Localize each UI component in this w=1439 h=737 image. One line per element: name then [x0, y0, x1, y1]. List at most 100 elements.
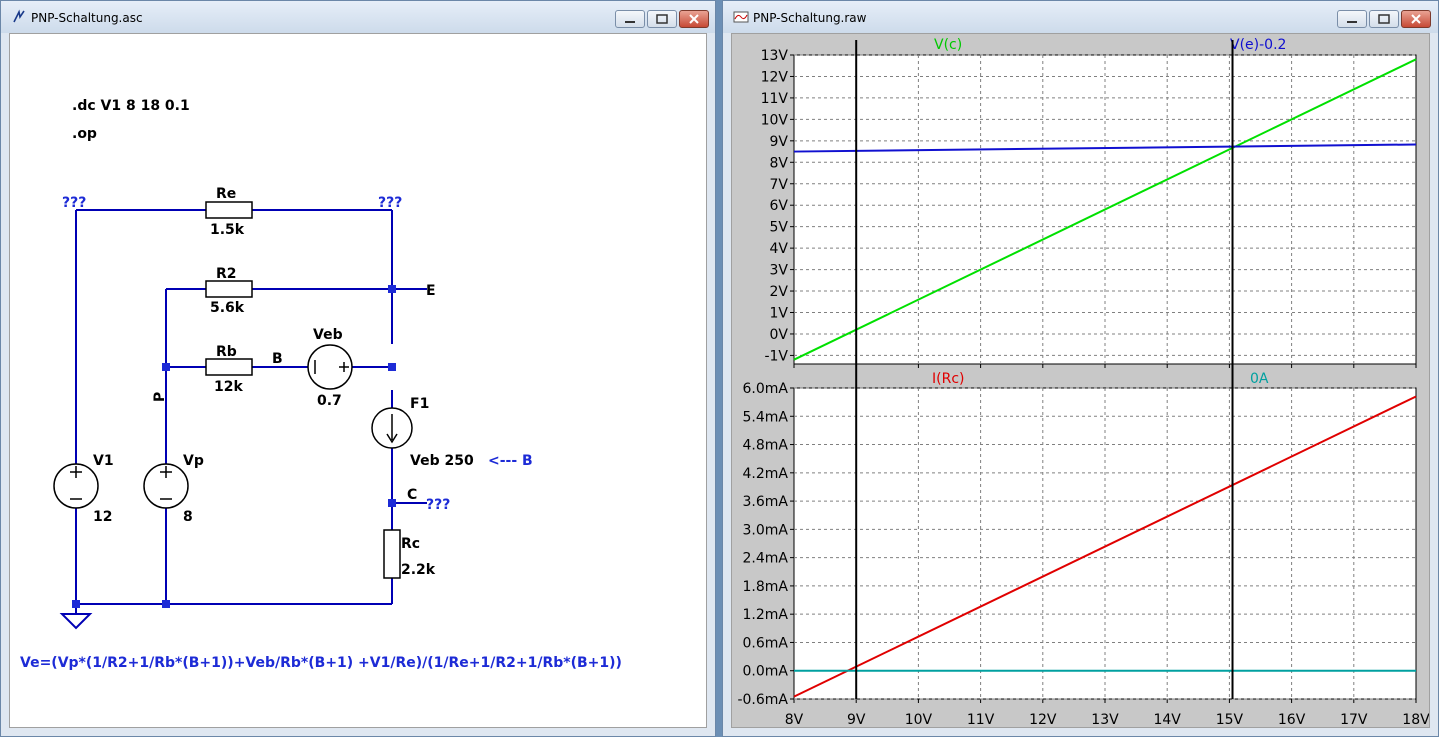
close-icon: [1411, 14, 1421, 24]
top-y-tick-label: 2V: [770, 284, 789, 300]
f1-name: F1: [410, 396, 429, 412]
x-axis: 8V 9V 10V 11V 12V 13V 14V 15V 16V 17V 18V: [785, 712, 1430, 728]
x-tick-label: 10V: [905, 712, 933, 728]
node-label-e: E: [426, 283, 436, 299]
bottom-pane-y-axis: 6.0mA 5.4mA 4.8mA 4.2mA 3.6mA 3.0mA 2.4mA 1.8mA…: [737, 381, 788, 708]
schematic-titlebar[interactable]: PNP-Schaltung.asc: [1, 1, 715, 33]
resistor-r2[interactable]: [205, 280, 253, 298]
r2-name: R2: [216, 266, 237, 282]
re-value[interactable]: 1.5k: [210, 222, 245, 238]
x-tick-label: 18V: [1402, 712, 1430, 728]
x-tick-label: 8V: [785, 712, 804, 728]
schematic-svg[interactable]: .dc V1 8 18 0.1 .op ??? ??? ??? Re 1.5k …: [10, 34, 707, 728]
plot-area[interactable]: 13V 12V 11V 10V 9V 8V 7V 6V 5V 4V 3V 2V 1V 0V -1V V(c)…: [731, 33, 1430, 728]
minimize-button-2[interactable]: [1337, 10, 1367, 28]
bottom-y-tick-label: 2.4mA: [743, 551, 789, 567]
current-source-f1[interactable]: [371, 407, 413, 449]
top-y-tick-label: 5V: [770, 220, 789, 236]
x-tick-label: 14V: [1153, 712, 1181, 728]
top-y-tick-label: 4V: [770, 241, 789, 257]
rb-value[interactable]: 12k: [214, 379, 243, 395]
bottom-y-tick-label: 3.0mA: [743, 522, 789, 538]
x-tick-label: 13V: [1091, 712, 1119, 728]
vp-name: Vp: [183, 453, 204, 469]
veb-name: Veb: [313, 327, 343, 343]
re-name: Re: [216, 186, 236, 202]
ground-icon: [59, 613, 93, 630]
waveform-titlebar[interactable]: PNP-Schaltung.raw: [723, 1, 1438, 33]
close-button[interactable]: [679, 10, 709, 28]
dc-directive[interactable]: .dc V1 8 18 0.1: [72, 98, 190, 114]
x-tick-label: 12V: [1029, 712, 1057, 728]
node-label-b: B: [272, 351, 283, 367]
resistor-rc[interactable]: [383, 529, 401, 579]
bottom-y-tick-label: 0.0mA: [743, 664, 789, 680]
waveform-window: PNP-Schaltung.raw 13V 12V 11V 10V 9V 8V 7V 6V 5V…: [722, 0, 1439, 737]
bottom-y-tick-label: 4.8mA: [743, 438, 789, 454]
top-y-tick-label: 1V: [770, 306, 789, 322]
close-button-2[interactable]: [1401, 10, 1431, 28]
top-y-tick-label: 0V: [770, 327, 789, 343]
arrow-comment[interactable]: <--- B: [488, 453, 533, 469]
top-y-tick-label: 9V: [770, 134, 789, 150]
v1-name: V1: [93, 453, 114, 469]
legend-vc[interactable]: V(c): [934, 37, 962, 53]
r2-value[interactable]: 5.6k: [210, 300, 245, 316]
bottom-y-tick-label: 5.4mA: [743, 409, 789, 425]
restore-icon: [1378, 14, 1390, 24]
schematic-title: PNP-Schaltung.asc: [31, 11, 143, 25]
top-y-tick-label: 6V: [770, 198, 789, 214]
top-y-tick-label: 10V: [761, 112, 789, 128]
close-icon: [689, 14, 699, 24]
vp-value[interactable]: 8: [183, 509, 193, 525]
node-label-unknown-1[interactable]: ???: [62, 195, 86, 211]
formula-comment[interactable]: Ve=(Vp*(1/R2+1/Rb*(B+1))+Veb/Rb*(B+1) +V…: [20, 655, 622, 671]
legend-ve[interactable]: V(e)-0.2: [1230, 37, 1286, 53]
waveform-viewer-icon: [733, 11, 749, 23]
bottom-y-tick-label: 1.2mA: [743, 607, 789, 623]
x-tick-label: 9V: [847, 712, 866, 728]
v1-value[interactable]: 12: [93, 509, 112, 525]
bottom-y-tick-label: 3.6mA: [743, 494, 789, 510]
node-label-unknown-2[interactable]: ???: [378, 195, 402, 211]
plot-svg[interactable]: 13V 12V 11V 10V 9V 8V 7V 6V 5V 4V 3V 2V 1V 0V -1V V(c)…: [732, 34, 1430, 728]
veb-value[interactable]: 0.7: [317, 393, 342, 409]
top-pane-y-axis: 13V 12V 11V 10V 9V 8V 7V 6V 5V 4V 3V 2V 1V 0V -1V: [761, 48, 789, 364]
minimize-icon: [1347, 21, 1357, 23]
waveform-title: PNP-Schaltung.raw: [753, 11, 867, 25]
top-y-tick-label: 8V: [770, 155, 789, 171]
top-y-tick-label: 11V: [761, 91, 789, 107]
x-tick-label: 11V: [967, 712, 995, 728]
x-tick-label: 16V: [1278, 712, 1306, 728]
voltage-source-vp[interactable]: [143, 463, 189, 509]
top-y-tick-label: -1V: [764, 348, 788, 364]
f1-value[interactable]: Veb 250: [410, 453, 474, 469]
bottom-y-tick-label: -0.6mA: [737, 692, 788, 708]
voltage-source-v1[interactable]: [53, 463, 99, 509]
junction-dots: [72, 285, 396, 608]
legend-0a[interactable]: 0A: [1250, 371, 1269, 387]
rc-value[interactable]: 2.2k: [401, 562, 436, 578]
restore-button[interactable]: [1369, 10, 1399, 28]
schematic-canvas[interactable]: .dc V1 8 18 0.1 .op ??? ??? ??? Re 1.5k …: [9, 33, 707, 728]
maximize-button[interactable]: [647, 10, 677, 28]
node-label-unknown-3[interactable]: ???: [426, 497, 450, 513]
bottom-y-tick-label: 4.2mA: [743, 466, 789, 482]
node-label-c: C: [407, 487, 417, 503]
schematic-window: PNP-Schaltung.asc .dc V1 8 18 0.1 .op ??…: [0, 0, 716, 737]
bottom-y-tick-label: 1.8mA: [743, 579, 789, 595]
top-y-tick-label: 13V: [761, 48, 789, 64]
minimize-button[interactable]: [615, 10, 645, 28]
minimize-icon: [625, 21, 635, 23]
voltage-source-veb[interactable]: [307, 344, 353, 390]
resistor-rb[interactable]: [205, 358, 253, 376]
resistor-re[interactable]: [205, 201, 253, 219]
maximize-icon: [656, 14, 668, 24]
op-directive[interactable]: .op: [72, 126, 97, 142]
top-y-tick-label: 12V: [761, 69, 789, 85]
top-y-tick-label: 7V: [770, 177, 789, 193]
wires: [75, 209, 427, 614]
legend-irc[interactable]: I(Rc): [932, 371, 964, 387]
x-tick-label: 15V: [1216, 712, 1244, 728]
bottom-y-tick-label: 6.0mA: [743, 381, 789, 397]
